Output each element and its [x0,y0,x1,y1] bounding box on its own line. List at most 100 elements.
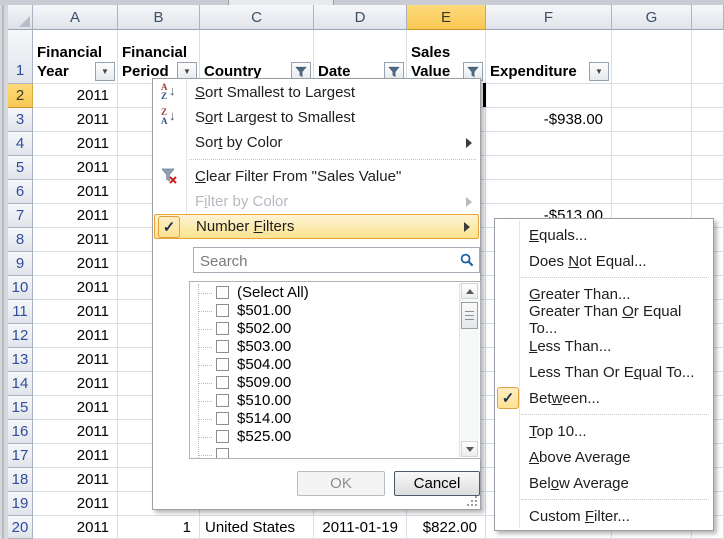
cell-H3[interactable] [692,108,724,132]
cell-A4[interactable]: 2011 [33,132,118,156]
cell-A18[interactable]: 2011 [33,468,118,492]
row-header-14[interactable]: 14 [8,372,33,396]
filter-value-item[interactable]: $514.00 [190,410,460,428]
cell-A12[interactable]: 2011 [33,324,118,348]
filter-value-item[interactable] [190,446,460,459]
column-header-D[interactable]: D [314,5,407,30]
column-header-G[interactable]: G [612,5,692,30]
row-header-20[interactable]: 20 [8,516,33,539]
column-header-partial[interactable] [692,5,724,30]
cell-D20[interactable]: 2011-01-19 [314,516,407,539]
submenu-item-top-10[interactable]: Top 10... [495,418,713,444]
column-header-C[interactable]: C [200,5,314,30]
cell-C20[interactable]: United States [200,516,314,539]
checkbox[interactable] [216,340,229,353]
menu-item-sort-by-color[interactable]: Sort by Color [153,130,480,155]
row-header-12[interactable]: 12 [8,324,33,348]
search-input[interactable] [198,250,452,272]
filter-button-financial-year[interactable]: ▼ [95,62,115,81]
cell-G6[interactable] [612,180,692,204]
menu-item-sort-smallest-to-largest[interactable]: AZ↓Sort Smallest to Largest [153,80,480,105]
cell-F5[interactable] [486,156,612,180]
resize-grip[interactable] [465,494,477,506]
cell-B20[interactable]: 1 [118,516,200,539]
filter-value-item[interactable]: $525.00 [190,428,460,446]
cell-A8[interactable]: 2011 [33,228,118,252]
checkbox[interactable] [216,430,229,443]
cell-A20[interactable]: 2011 [33,516,118,539]
cell-A16[interactable]: 2011 [33,420,118,444]
row-header-4[interactable]: 4 [8,132,33,156]
cell-A2[interactable]: 2011 [33,84,118,108]
cell-A13[interactable]: 2011 [33,348,118,372]
menu-item-sort-largest-to-smallest[interactable]: ZA↓Sort Largest to Smallest [153,105,480,130]
row-header-6[interactable]: 6 [8,180,33,204]
filter-value-item[interactable]: (Select All) [190,284,460,302]
column-header-E[interactable]: E [407,5,486,30]
select-all-corner[interactable] [8,5,33,30]
row-header-10[interactable]: 10 [8,276,33,300]
filter-value-item[interactable]: $502.00 [190,320,460,338]
checkbox[interactable] [216,286,229,299]
cell-G2[interactable] [612,84,692,108]
cell-A3[interactable]: 2011 [33,108,118,132]
row-header-17[interactable]: 17 [8,444,33,468]
filter-values-list[interactable]: (Select All)$501.00$502.00$503.00$504.00… [189,281,481,459]
row-header-2[interactable]: 2 [8,84,33,108]
ok-button[interactable]: OK [297,471,385,496]
row-header-5[interactable]: 5 [8,156,33,180]
filter-value-item[interactable]: $501.00 [190,302,460,320]
menu-item-clear-filter-from-sales-value[interactable]: Clear Filter From "Sales Value" [153,164,480,189]
scrollbar-up-button[interactable] [461,283,478,299]
cell-A6[interactable]: 2011 [33,180,118,204]
row-header-19[interactable]: 19 [8,492,33,516]
submenu-item-less-than[interactable]: Less Than... [495,333,713,359]
submenu-item-does-not-equal[interactable]: Does Not Equal... [495,248,713,274]
cell-H4[interactable] [692,132,724,156]
cell-A15[interactable]: 2011 [33,396,118,420]
submenu-item-greater-than-or-equal-to[interactable]: Greater Than Or Equal To... [495,307,713,333]
checkbox[interactable] [216,394,229,407]
cell-F2[interactable] [486,84,612,108]
column-header-A[interactable]: A [33,5,118,30]
checkbox[interactable] [216,358,229,371]
submenu-item-less-than-or-equal-to[interactable]: Less Than Or Equal To... [495,359,713,385]
row-header-3[interactable]: 3 [8,108,33,132]
column-header-B[interactable]: B [118,5,200,30]
submenu-item-between[interactable]: ✓Between... [495,385,713,411]
row-header-13[interactable]: 13 [8,348,33,372]
submenu-item-equals[interactable]: Equals... [495,222,713,248]
cell-F6[interactable] [486,180,612,204]
cell-F4[interactable] [486,132,612,156]
cell-F3[interactable]: -$938.00 [486,108,612,132]
cancel-button[interactable]: Cancel [394,471,480,496]
row-header-18[interactable]: 18 [8,468,33,492]
row-header-7[interactable]: 7 [8,204,33,228]
row-header-8[interactable]: 8 [8,228,33,252]
filter-value-item[interactable]: $504.00 [190,356,460,374]
cell-A5[interactable]: 2011 [33,156,118,180]
checkbox[interactable] [216,448,229,459]
cell-H6[interactable] [692,180,724,204]
filter-value-item[interactable]: $509.00 [190,374,460,392]
submenu-item-above-average[interactable]: Above Average [495,444,713,470]
filter-button-expenditure[interactable]: ▼ [589,62,609,81]
cell-A19[interactable]: 2011 [33,492,118,516]
cell-A17[interactable]: 2011 [33,444,118,468]
column-header-F[interactable]: F [486,5,612,30]
filter-value-item[interactable]: $510.00 [190,392,460,410]
checkbox[interactable] [216,322,229,335]
cell-A11[interactable]: 2011 [33,300,118,324]
scrollbar-thumb[interactable] [461,302,478,329]
scrollbar-down-button[interactable] [461,441,478,457]
cell-G4[interactable] [612,132,692,156]
submenu-item-custom-filter[interactable]: Custom Filter... [495,503,713,529]
menu-item-filter-by-color[interactable]: Filter by Color [153,189,480,214]
row-header-15[interactable]: 15 [8,396,33,420]
filter-value-item[interactable]: $503.00 [190,338,460,356]
cell-A9[interactable]: 2011 [33,252,118,276]
row-header-16[interactable]: 16 [8,420,33,444]
row-header-1[interactable]: 1 [8,30,33,84]
row-header-11[interactable]: 11 [8,300,33,324]
cell-G5[interactable] [612,156,692,180]
